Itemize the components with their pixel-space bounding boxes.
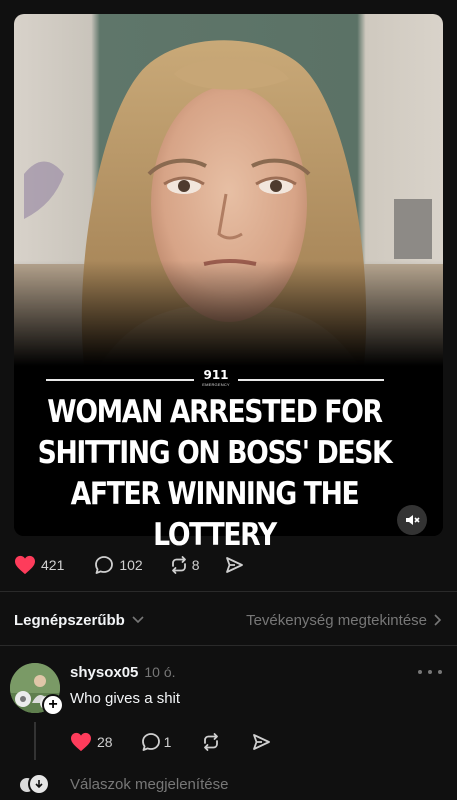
show-replies-label: Válaszok megjelenítése [70,775,229,793]
video-headline: WOMAN ARRESTED FOR SHITTING ON BOSS' DES… [30,392,399,556]
comment-bubble-icon [95,556,114,574]
comment-timestamp: 10 ó. [144,664,176,680]
heart-filled-icon [71,732,91,752]
comment-like-button[interactable]: 28 [70,732,113,752]
like-button[interactable]: 421 [14,555,64,575]
comment-count: 102 [119,557,143,573]
news-logo-subtext: EMERGENCY [202,382,230,387]
comment-reply-count: 1 [163,734,172,750]
comment-username[interactable]: shysox05 [70,664,138,681]
caption-rule-right [238,379,384,381]
speaker-muted-icon [406,515,420,525]
view-activity-link[interactable]: Tevékenység megtekintése [246,612,443,629]
avatar [28,773,50,795]
repost-button[interactable]: 8 [169,555,200,575]
follow-button[interactable]: + [42,694,64,716]
caption-rule-left [46,379,194,381]
comment-sort-bar: Legnépszerűbb Tevékenység megtekintése [14,608,443,632]
more-options-button[interactable] [418,664,442,680]
like-count: 421 [41,557,65,573]
reply-avatars [18,773,52,795]
headline-line: WOMAN ARRESTED FOR [47,394,383,430]
headline-line: SHITTING ON BOSS' DESK [37,435,393,471]
share-button[interactable] [224,555,244,575]
sort-label: Legnépszerűbb [14,611,125,629]
heart-filled-icon [15,555,35,575]
view-activity-label: Tevékenység megtekintése [246,611,427,629]
chevron-down-icon [132,616,144,624]
comment-actions: 28 1 [70,730,271,754]
repost-count: 8 [191,557,200,573]
headline-line: AFTER WINNING THE LOTTERY [70,476,360,553]
comment-text: Who gives a shit [70,690,181,707]
arrow-down-icon [35,780,43,789]
comment-bubble-icon [141,733,160,751]
more-dot [418,670,422,674]
comment-like-count: 28 [97,734,113,750]
comment-button[interactable]: 102 [94,555,143,575]
show-replies-button[interactable]: Válaszok megjelenítése [18,772,228,796]
chevron-right-icon [434,614,442,626]
send-icon [253,734,271,750]
sort-dropdown[interactable]: Legnépszerűbb [14,612,145,629]
comment-reply-button[interactable]: 1 [141,732,172,752]
post-actions: 421 102 8 [14,553,244,577]
comment-header: shysox05 10 ó. [70,664,176,681]
divider [0,591,457,592]
repost-icon [204,733,219,751]
mute-button[interactable] [397,505,427,535]
repost-icon [171,556,186,574]
mugshot-photo [14,14,443,366]
more-dot [438,670,442,674]
send-icon [225,557,243,573]
comment-repost-button[interactable] [201,732,221,752]
comment-share-button[interactable] [251,732,271,752]
news-logo: 911 [203,368,229,382]
thread-line [34,722,36,760]
divider [0,645,457,646]
more-dot [428,670,432,674]
